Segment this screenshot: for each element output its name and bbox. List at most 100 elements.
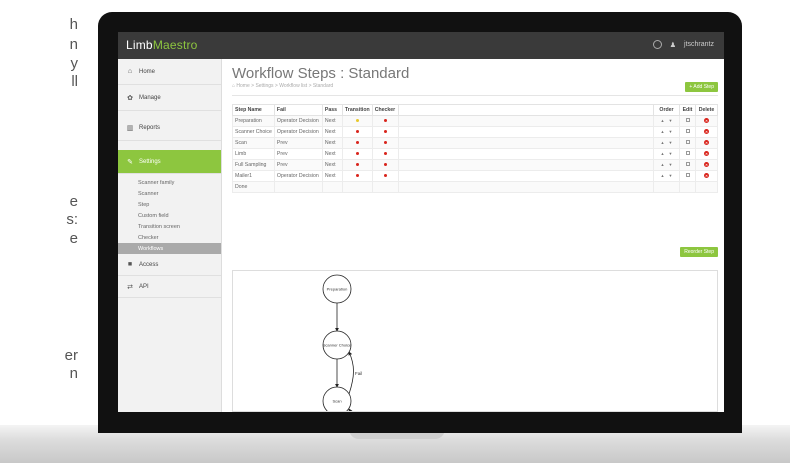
transition-status-dot[interactable] <box>355 163 359 166</box>
sidebar-item-api[interactable]: ⇄ API <box>118 276 221 298</box>
sidebar-subitem-transition-screen[interactable]: Transition screen <box>118 221 221 232</box>
table-row: Preparation Operator Decision Next ▲ ▼ × <box>232 115 718 127</box>
sidebar-subitem-custom-field[interactable]: Custom field <box>118 210 221 221</box>
clock-icon[interactable] <box>652 40 662 49</box>
transition-status-dot[interactable] <box>355 174 359 177</box>
move-up-icon[interactable]: ▲ <box>661 118 665 123</box>
edit-icon[interactable] <box>685 173 690 177</box>
move-down-icon[interactable]: ▼ <box>669 173 673 178</box>
transition-cell <box>341 115 373 127</box>
delete-icon[interactable]: × <box>704 129 709 134</box>
sidebar-subitem-step[interactable]: Step <box>118 199 221 210</box>
cropped-text-fragment: er <box>64 347 78 364</box>
move-up-icon[interactable]: ▲ <box>661 173 665 178</box>
delete-icon[interactable]: × <box>704 140 709 145</box>
checker-cell <box>371 148 399 160</box>
table-header: Transition <box>341 104 373 116</box>
checker-cell <box>371 137 399 149</box>
user-name[interactable]: jtschrantz <box>684 41 714 48</box>
sidebar-item-home[interactable]: ⌂ Home <box>118 59 221 85</box>
delete-icon[interactable]: × <box>704 173 709 178</box>
wrench-icon: ✎ <box>127 158 133 166</box>
table-row: Scan Prev Next ▲ ▼ × <box>232 137 718 149</box>
transition-status-dot[interactable] <box>355 141 359 144</box>
sidebar-item-manage[interactable]: ✿ Manage <box>118 85 221 111</box>
edit-icon[interactable] <box>685 129 690 133</box>
workflow-diagram: PreparationScanner ChoiceScanFailFail <box>232 270 718 412</box>
transition-cell <box>341 181 373 193</box>
delete-icon[interactable]: × <box>704 162 709 167</box>
reorder-step-button[interactable]: Reorder Step <box>680 247 718 257</box>
cropped-text-fragment: s: <box>66 211 78 228</box>
checker-status-dot[interactable] <box>383 163 387 166</box>
spacer-cell <box>397 148 655 160</box>
lock-icon: ■ <box>127 261 133 268</box>
spacer-cell <box>397 137 655 149</box>
transition-status-dot[interactable] <box>355 130 359 133</box>
sidebar-item-label: Settings <box>139 158 161 165</box>
checker-status-dot[interactable] <box>383 119 387 122</box>
topbar-right: ♟ jtschrantz <box>652 40 714 49</box>
cropped-text-fragment: e <box>69 193 78 210</box>
home-icon: ⌂ <box>127 68 133 75</box>
edit-icon[interactable] <box>685 140 690 144</box>
sidebar-subitem-workflows[interactable]: Workflows <box>118 243 221 254</box>
move-down-icon[interactable]: ▼ <box>669 129 673 134</box>
checker-status-dot[interactable] <box>383 174 387 177</box>
sidebar-item-settings[interactable]: ✎ Settings <box>118 150 221 174</box>
sidebar-subitem-checker[interactable]: Checker <box>118 232 221 243</box>
edit-cell <box>679 148 696 160</box>
sidebar-item-reports[interactable]: ▥ Reports <box>118 115 221 141</box>
delete-icon[interactable]: × <box>704 151 709 156</box>
delete-cell <box>695 181 718 193</box>
checker-status-dot[interactable] <box>383 152 387 155</box>
fail-edge <box>348 351 354 395</box>
cropped-text-fragment: n <box>69 36 78 53</box>
sidebar-subitem-scanner[interactable]: Scanner <box>118 188 221 199</box>
transition-cell <box>341 126 373 138</box>
bar-chart-icon: ▥ <box>126 124 134 132</box>
sidebar-item-label: Reports <box>139 124 161 131</box>
move-up-icon[interactable]: ▲ <box>661 129 665 134</box>
app-topbar: LimbMaestro ♟ jtschrantz <box>118 32 724 59</box>
transition-status-dot[interactable] <box>355 119 359 122</box>
edit-icon[interactable] <box>685 151 690 155</box>
table-row: Limb Prev Next ▲ ▼ × <box>232 148 718 160</box>
transition-status-dot[interactable] <box>355 152 359 155</box>
order-cell: ▲ ▼ <box>653 159 680 171</box>
edit-icon[interactable] <box>685 162 690 166</box>
table-row: Done <box>232 181 718 193</box>
checker-status-dot[interactable] <box>383 130 387 133</box>
transition-cell <box>341 137 373 149</box>
edit-cell <box>679 170 696 182</box>
step-name-cell: Full Sampling <box>232 159 275 171</box>
checker-status-dot[interactable] <box>383 141 387 144</box>
edit-cell <box>679 126 696 138</box>
pass-cell: Next <box>321 115 343 127</box>
pass-cell: Next <box>321 137 343 149</box>
add-step-button[interactable]: + Add Step <box>685 82 718 92</box>
cropped-text-fragment: e <box>69 230 78 247</box>
move-down-icon[interactable]: ▼ <box>669 140 673 145</box>
move-down-icon[interactable]: ▼ <box>669 162 673 167</box>
sidebar-item-access[interactable]: ■ Access <box>118 254 221 276</box>
fail-cell: Prev <box>273 137 323 149</box>
step-name-cell: Preparation <box>232 115 275 127</box>
spacer-cell <box>397 159 655 171</box>
delete-icon[interactable]: × <box>704 118 709 123</box>
checker-cell <box>371 126 399 138</box>
breadcrumb[interactable]: ⌂ Home > Settings > Workflow list > Stan… <box>232 83 333 89</box>
order-cell: ▲ ▼ <box>653 170 680 182</box>
app-logo[interactable]: LimbMaestro <box>126 38 198 52</box>
fail-edge <box>348 408 353 411</box>
move-down-icon[interactable]: ▼ <box>669 151 673 156</box>
move-down-icon[interactable]: ▼ <box>669 118 673 123</box>
gear-icon: ✿ <box>127 94 133 102</box>
order-cell: ▲ ▼ <box>653 148 680 160</box>
move-up-icon[interactable]: ▲ <box>661 140 665 145</box>
edit-icon[interactable] <box>685 118 690 122</box>
move-up-icon[interactable]: ▲ <box>661 162 665 167</box>
transition-cell <box>341 170 373 182</box>
sidebar-subitem-scanner-family[interactable]: Scanner family <box>118 177 221 188</box>
move-up-icon[interactable]: ▲ <box>661 151 665 156</box>
